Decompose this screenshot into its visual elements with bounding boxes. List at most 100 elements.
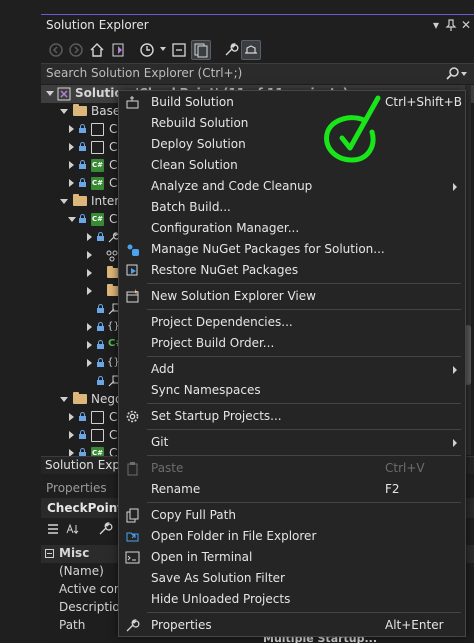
search-input[interactable]: Search Solution Explorer (Ctrl+;)	[46, 66, 242, 80]
menu-item-label: Rebuild Solution	[151, 116, 249, 130]
menu-item-copy-full-path[interactable]: Copy Full Path	[119, 505, 465, 526]
dropdown-arrow-icon[interactable]: ▾	[429, 18, 443, 32]
menu-item-open-in-terminal[interactable]: Open in Terminal	[119, 547, 465, 568]
menu-item-label: Save As Solution Filter	[151, 571, 285, 585]
chevron-right-icon[interactable]	[87, 269, 92, 277]
copy-icon	[125, 508, 140, 523]
menu-item-properties[interactable]: Properties Alt+Enter	[119, 615, 465, 636]
chevron-right-icon[interactable]	[69, 125, 74, 133]
tree-item-label: C	[109, 122, 118, 136]
categorized-icon[interactable]	[45, 521, 61, 537]
menu-item-sync-namespaces[interactable]: Sync Namespaces	[119, 380, 465, 401]
chevron-down-icon[interactable]	[46, 91, 54, 96]
chevron-down-icon[interactable]	[60, 397, 68, 402]
chevron-right-icon[interactable]	[69, 179, 74, 187]
chevron-right-icon[interactable]	[69, 431, 74, 439]
switch-views-icon[interactable]	[108, 40, 128, 60]
chevron-right-icon[interactable]	[69, 413, 74, 421]
pin-icon[interactable]	[444, 18, 458, 32]
menu-item-new-solution-explorer-view[interactable]: New Solution Explorer View	[119, 286, 465, 307]
property-pages-icon[interactable]	[97, 521, 113, 537]
chevron-down-icon[interactable]	[60, 109, 68, 114]
lock-icon	[97, 322, 104, 331]
menu-item-label: Copy Full Path	[151, 508, 236, 522]
close-icon[interactable]: ✕	[459, 18, 473, 32]
menu-item-label: Configuration Manager...	[151, 221, 300, 235]
property-name: (Name)	[59, 564, 104, 578]
menu-item-deploy-solution[interactable]: Deploy Solution	[119, 134, 465, 155]
menu-item-label: Sync Namespaces	[151, 383, 261, 397]
tree-item-label: C	[109, 158, 118, 172]
menu-item-label: Clean Solution	[151, 158, 238, 172]
chevron-right-icon[interactable]	[87, 323, 92, 331]
lock-icon	[79, 412, 86, 421]
chevron-right-icon[interactable]	[87, 359, 92, 367]
menu-item-build-solution[interactable]: Build Solution Ctrl+Shift+B	[119, 92, 465, 113]
menu-item-manage-nuget-packages-for-solution[interactable]: Manage NuGet Packages for Solution...	[119, 239, 465, 260]
menu-item-shortcut: F2	[385, 482, 400, 496]
chevron-right-icon[interactable]	[87, 251, 92, 259]
menu-item-hide-unloaded-projects[interactable]: Hide Unloaded Projects	[119, 589, 465, 610]
back-icon[interactable]	[46, 40, 66, 60]
menu-item-configuration-manager[interactable]: Configuration Manager...	[119, 218, 465, 239]
menu-item-label: Build Solution	[151, 95, 234, 109]
menu-item-open-folder-in-file-explorer[interactable]: Open Folder in File Explorer	[119, 526, 465, 547]
chevron-right-icon[interactable]	[87, 233, 92, 241]
properties-wrench-icon[interactable]	[221, 40, 241, 60]
solution-explorer-titlebar: Solution Explorer ▾ ✕	[41, 15, 474, 37]
restore-packages-icon	[125, 263, 140, 278]
menu-item-label: New Solution Explorer View	[151, 289, 316, 303]
lock-icon	[97, 232, 104, 241]
menu-item-batch-build[interactable]: Batch Build...	[119, 197, 465, 218]
alphabetical-icon[interactable]	[65, 521, 81, 537]
menu-item-git[interactable]: Git	[119, 432, 465, 453]
forward-icon[interactable]	[66, 40, 86, 60]
menu-item-paste[interactable]: Paste Ctrl+V	[119, 458, 465, 479]
menu-item-project-build-order[interactable]: Project Build Order...	[119, 333, 465, 354]
csharp-project-icon: C#	[91, 177, 104, 190]
history-dropdown-icon[interactable]	[160, 47, 166, 51]
chevron-right-icon[interactable]	[87, 287, 92, 295]
menu-item-project-dependencies[interactable]: Project Dependencies...	[119, 312, 465, 333]
menu-item-save-as-solution-filter[interactable]: Save As Solution Filter	[119, 568, 465, 589]
green-checkmark-annotation	[320, 90, 395, 170]
menu-item-label: Rename	[151, 482, 201, 496]
collapse-all-icon[interactable]	[169, 40, 189, 60]
chevron-right-icon[interactable]	[87, 341, 92, 349]
menu-separator	[147, 612, 461, 613]
lock-icon	[97, 340, 104, 349]
csharp-project-icon: C#	[91, 213, 104, 226]
lock-icon	[97, 304, 104, 313]
search-options-icon[interactable]	[461, 72, 467, 76]
menu-separator	[147, 356, 461, 357]
show-all-files-icon[interactable]	[191, 40, 211, 60]
context-menu: Build Solution Ctrl+Shift+B Rebuild Soluti…	[118, 90, 466, 637]
menu-item-label: Analyze and Code Cleanup	[151, 179, 313, 193]
menu-item-restore-nuget-packages[interactable]: Restore NuGet Packages	[119, 260, 465, 281]
solution-icon	[57, 87, 71, 101]
menu-item-add[interactable]: Add	[119, 359, 465, 380]
lock-icon	[79, 430, 86, 439]
tree-item-label: C	[109, 176, 118, 190]
history-icon[interactable]	[137, 40, 157, 60]
chevron-down-icon[interactable]	[60, 199, 68, 204]
menu-item-analyze-and-code-cleanup[interactable]: Analyze and Code Cleanup	[119, 176, 465, 197]
menu-item-shortcut: Alt+Enter	[385, 618, 444, 632]
project-icon	[91, 411, 104, 424]
home-icon[interactable]	[87, 40, 107, 60]
lock-icon	[79, 124, 86, 133]
chevron-down-icon[interactable]	[68, 217, 76, 222]
menu-item-set-startup-projects[interactable]: Set Startup Projects...	[119, 406, 465, 427]
property-name: Path	[59, 618, 86, 632]
menu-item-rebuild-solution[interactable]: Rebuild Solution	[119, 113, 465, 134]
chevron-right-icon[interactable]	[69, 161, 74, 169]
chevron-right-icon[interactable]	[69, 143, 74, 151]
search-icon[interactable]	[445, 66, 461, 82]
collapse-icon[interactable]	[45, 549, 54, 558]
menu-item-rename[interactable]: Rename F2	[119, 479, 465, 500]
preview-icon[interactable]	[241, 40, 261, 60]
tree-item-label: C	[109, 212, 118, 226]
menu-item-shortcut: Ctrl+V	[385, 461, 425, 475]
solution-explorer-search[interactable]: Search Solution Explorer (Ctrl+;)	[41, 63, 474, 85]
menu-item-clean-solution[interactable]: Clean Solution	[119, 155, 465, 176]
